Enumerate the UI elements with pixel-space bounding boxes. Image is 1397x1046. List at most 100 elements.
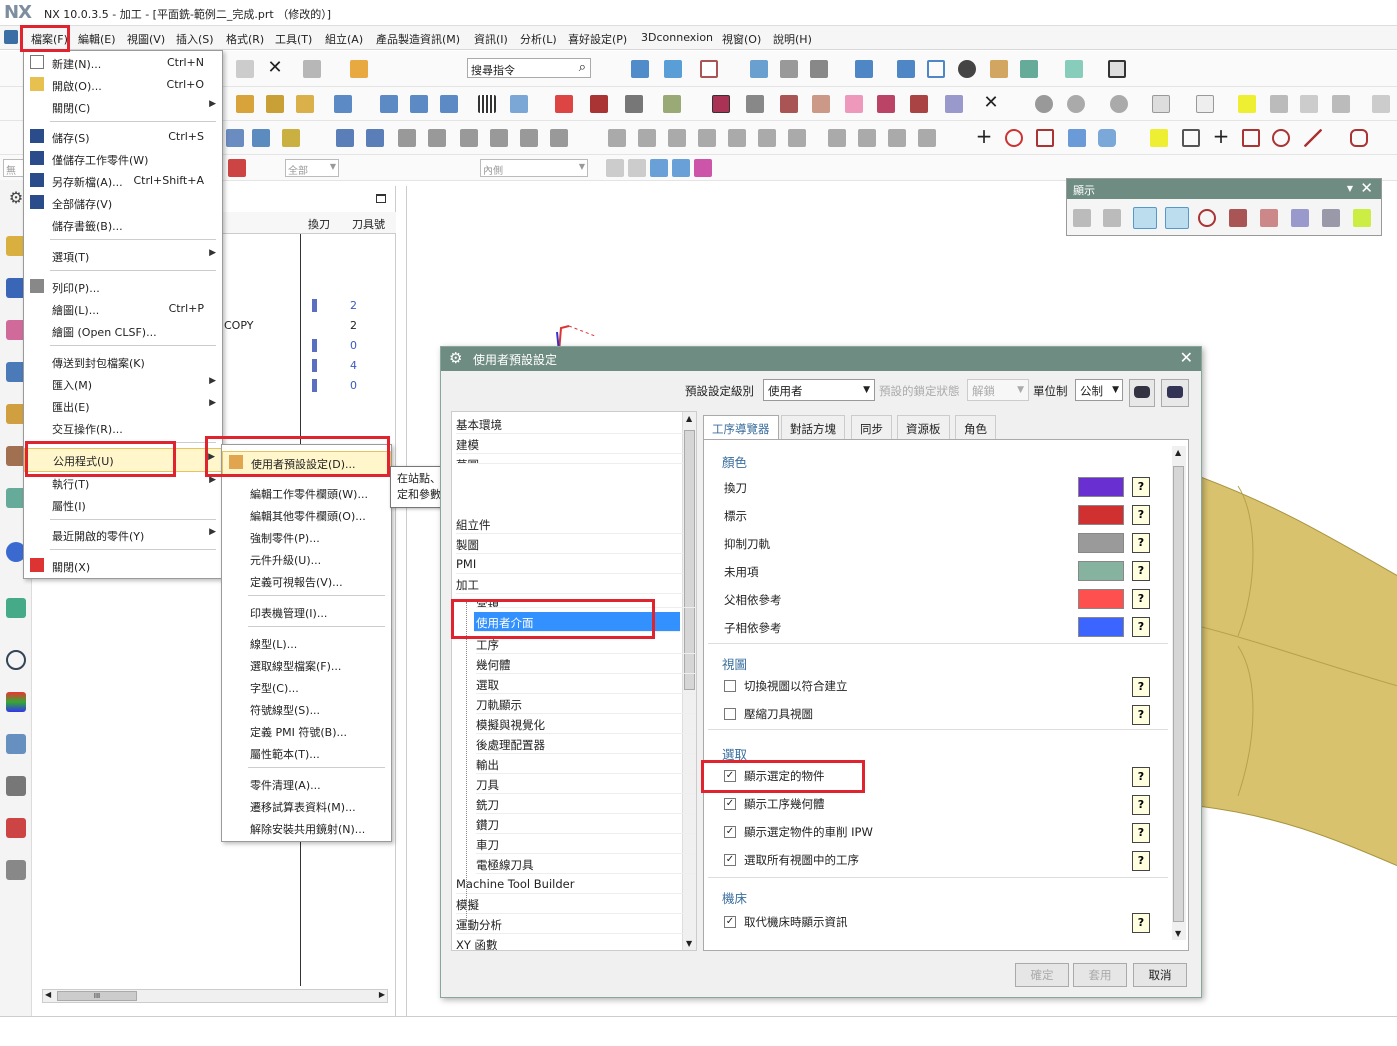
menu-help[interactable]: 說明(H) bbox=[773, 31, 812, 47]
tool-11-icon[interactable] bbox=[625, 95, 643, 113]
help-button[interactable]: ? bbox=[1132, 677, 1150, 697]
color-swatch-unused[interactable] bbox=[1078, 561, 1124, 581]
op-11-icon[interactable] bbox=[550, 129, 568, 147]
checkbox-switch-view[interactable] bbox=[724, 680, 736, 692]
search-box[interactable]: 搜尋指令 ⌕ bbox=[467, 58, 591, 78]
tree-item[interactable]: 製圖 bbox=[456, 534, 684, 554]
tab-operation-navigator[interactable]: 工序導覽器 bbox=[703, 415, 779, 440]
menu-item-close[interactable]: 關閉(C) ▶ bbox=[24, 96, 222, 118]
tree-item[interactable]: 建模 bbox=[456, 434, 684, 454]
menu-item-interop[interactable]: 交互操作(R)... bbox=[24, 417, 222, 439]
tool-14-icon[interactable] bbox=[746, 95, 764, 113]
snap-5-icon[interactable] bbox=[694, 159, 712, 177]
disp-8-icon[interactable] bbox=[1291, 209, 1309, 227]
page-scrollbar[interactable]: ▲ ▼ bbox=[1172, 446, 1186, 940]
tree-item[interactable]: Machine Tool Builder bbox=[456, 874, 684, 894]
tree-item[interactable]: 電極線刀具 bbox=[476, 854, 696, 874]
tab-dialog[interactable]: 對話方塊 bbox=[781, 415, 845, 439]
disp-3-icon[interactable] bbox=[1133, 207, 1157, 229]
scroll-right-icon[interactable]: ▶ bbox=[379, 990, 385, 999]
checkbox-select-all-views[interactable]: ✓ bbox=[724, 854, 736, 866]
op-17-icon[interactable] bbox=[758, 129, 776, 147]
app-menu-icon[interactable] bbox=[4, 30, 18, 44]
select-icon[interactable] bbox=[228, 159, 246, 177]
close-icon[interactable]: ✕ bbox=[1360, 179, 1373, 197]
tool-22-icon[interactable] bbox=[1196, 95, 1214, 113]
nav-9-icon[interactable] bbox=[6, 692, 26, 712]
scroll-thumb[interactable] bbox=[1173, 466, 1184, 922]
wire-cube-icon[interactable] bbox=[927, 60, 945, 78]
tree-item[interactable]: 銑刀 bbox=[476, 794, 696, 814]
filter-all-dropdown[interactable]: 全部 ▼ bbox=[285, 159, 339, 177]
checkbox-show-selected[interactable]: ✓ bbox=[724, 770, 736, 782]
menu-item-exit[interactable]: 關閉(X) bbox=[24, 555, 222, 577]
menu-item-migrate-spreadsheet[interactable]: 遷移試算表資料(M)... bbox=[222, 795, 391, 817]
shade-icon[interactable] bbox=[810, 60, 828, 78]
scroll-up-icon[interactable]: ▲ bbox=[1175, 448, 1181, 457]
scroll-up-icon[interactable]: ▲ bbox=[686, 414, 692, 423]
col-tool-number[interactable]: 刀具號 bbox=[352, 216, 385, 232]
sphere4-icon[interactable] bbox=[1110, 95, 1128, 113]
block-icon[interactable] bbox=[1068, 129, 1086, 147]
diag-icon[interactable] bbox=[1304, 129, 1322, 147]
menu-file[interactable]: 檔案(F) bbox=[31, 31, 68, 47]
tool-10-icon[interactable] bbox=[590, 95, 608, 113]
checkbox-show-op-geometry[interactable]: ✓ bbox=[724, 798, 736, 810]
nav-11-icon[interactable] bbox=[6, 776, 26, 796]
op-7-icon[interactable] bbox=[428, 129, 446, 147]
tree-item[interactable]: 基本環境 bbox=[456, 414, 684, 434]
disp-7-icon[interactable] bbox=[1260, 209, 1278, 227]
undo-icon[interactable] bbox=[303, 60, 321, 78]
display-icon[interactable] bbox=[664, 60, 682, 78]
op-13-icon[interactable] bbox=[638, 129, 656, 147]
col-change-tool[interactable]: 換刀 bbox=[308, 216, 330, 232]
tool-5-icon[interactable] bbox=[380, 95, 398, 113]
tree-item[interactable]: 模擬與視覺化 bbox=[476, 714, 696, 734]
menu-item-font[interactable]: 字型(C)... bbox=[222, 676, 391, 698]
menu-item-force-part[interactable]: 強制零件(P)... bbox=[222, 526, 391, 548]
tree-item[interactable]: 幾何體 bbox=[476, 654, 696, 674]
tool-20-icon[interactable] bbox=[945, 95, 963, 113]
ok-button[interactable]: 確定 bbox=[1015, 963, 1069, 987]
menu-item-pmi-symbol[interactable]: 定義 PMI 符號(B)... bbox=[222, 720, 391, 742]
paste-icon[interactable] bbox=[236, 60, 254, 78]
scroll-down-icon[interactable]: ▼ bbox=[1175, 929, 1181, 938]
sphere-icon[interactable] bbox=[958, 60, 976, 78]
layer2-icon[interactable] bbox=[990, 60, 1008, 78]
menu-insert[interactable]: 插入(S) bbox=[176, 31, 214, 47]
tool-13-icon[interactable] bbox=[712, 95, 730, 113]
menu-item-visual-report[interactable]: 定義可視報告(V)... bbox=[222, 570, 391, 592]
tool-9-icon[interactable] bbox=[555, 95, 573, 113]
cancel-button[interactable]: 取消 bbox=[1133, 963, 1187, 987]
menu-item-options[interactable]: 選項(T) ▶ bbox=[24, 245, 222, 267]
menu-item-line-type[interactable]: 線型(L)... bbox=[222, 632, 391, 654]
tool-25-icon[interactable] bbox=[1300, 95, 1318, 113]
filter-inside-dropdown[interactable]: 內側 ▼ bbox=[480, 159, 588, 177]
op-15-icon[interactable] bbox=[698, 129, 716, 147]
tool-24-icon[interactable] bbox=[1270, 95, 1288, 113]
disp-6-icon[interactable] bbox=[1229, 209, 1247, 227]
close-icon[interactable]: ✕ bbox=[1180, 348, 1193, 367]
op-21-icon[interactable] bbox=[888, 129, 906, 147]
menu-item-symbol-line[interactable]: 符號線型(S)... bbox=[222, 698, 391, 720]
op-20-icon[interactable] bbox=[858, 129, 876, 147]
help-button[interactable]: ? bbox=[1132, 505, 1150, 525]
color-swatch-child-ref[interactable] bbox=[1078, 617, 1124, 637]
menu-item-import[interactable]: 匯入(M) ▶ bbox=[24, 373, 222, 395]
menu-analysis[interactable]: 分析(L) bbox=[520, 31, 557, 47]
tree-item[interactable]: 後處理配置器 bbox=[476, 734, 696, 754]
tool-2-icon[interactable] bbox=[266, 95, 284, 113]
menu-tools[interactable]: 工具(T) bbox=[275, 31, 312, 47]
tree-item[interactable]: 刀軌顯示 bbox=[476, 694, 696, 714]
color-swatch-suppress-path[interactable] bbox=[1078, 533, 1124, 553]
menu-item-save-bookmark[interactable]: 儲存書籤(B)... bbox=[24, 214, 222, 236]
op-14-icon[interactable] bbox=[668, 129, 686, 147]
tree-item[interactable]: 常規 bbox=[476, 594, 696, 608]
snap-2-icon[interactable] bbox=[628, 159, 646, 177]
menu-3dconnexion[interactable]: 3Dconnexion bbox=[641, 31, 713, 44]
pattern-icon[interactable] bbox=[1242, 129, 1260, 147]
color-swatch-change-tool[interactable] bbox=[1078, 477, 1124, 497]
dialog-header[interactable]: ⚙ 使用者預設設定 ✕ bbox=[441, 347, 1201, 371]
menu-item-print[interactable]: 列印(P)... bbox=[24, 276, 222, 298]
menu-item-edit-work-header[interactable]: 編輯工作零件欄頭(W)... bbox=[222, 482, 391, 504]
